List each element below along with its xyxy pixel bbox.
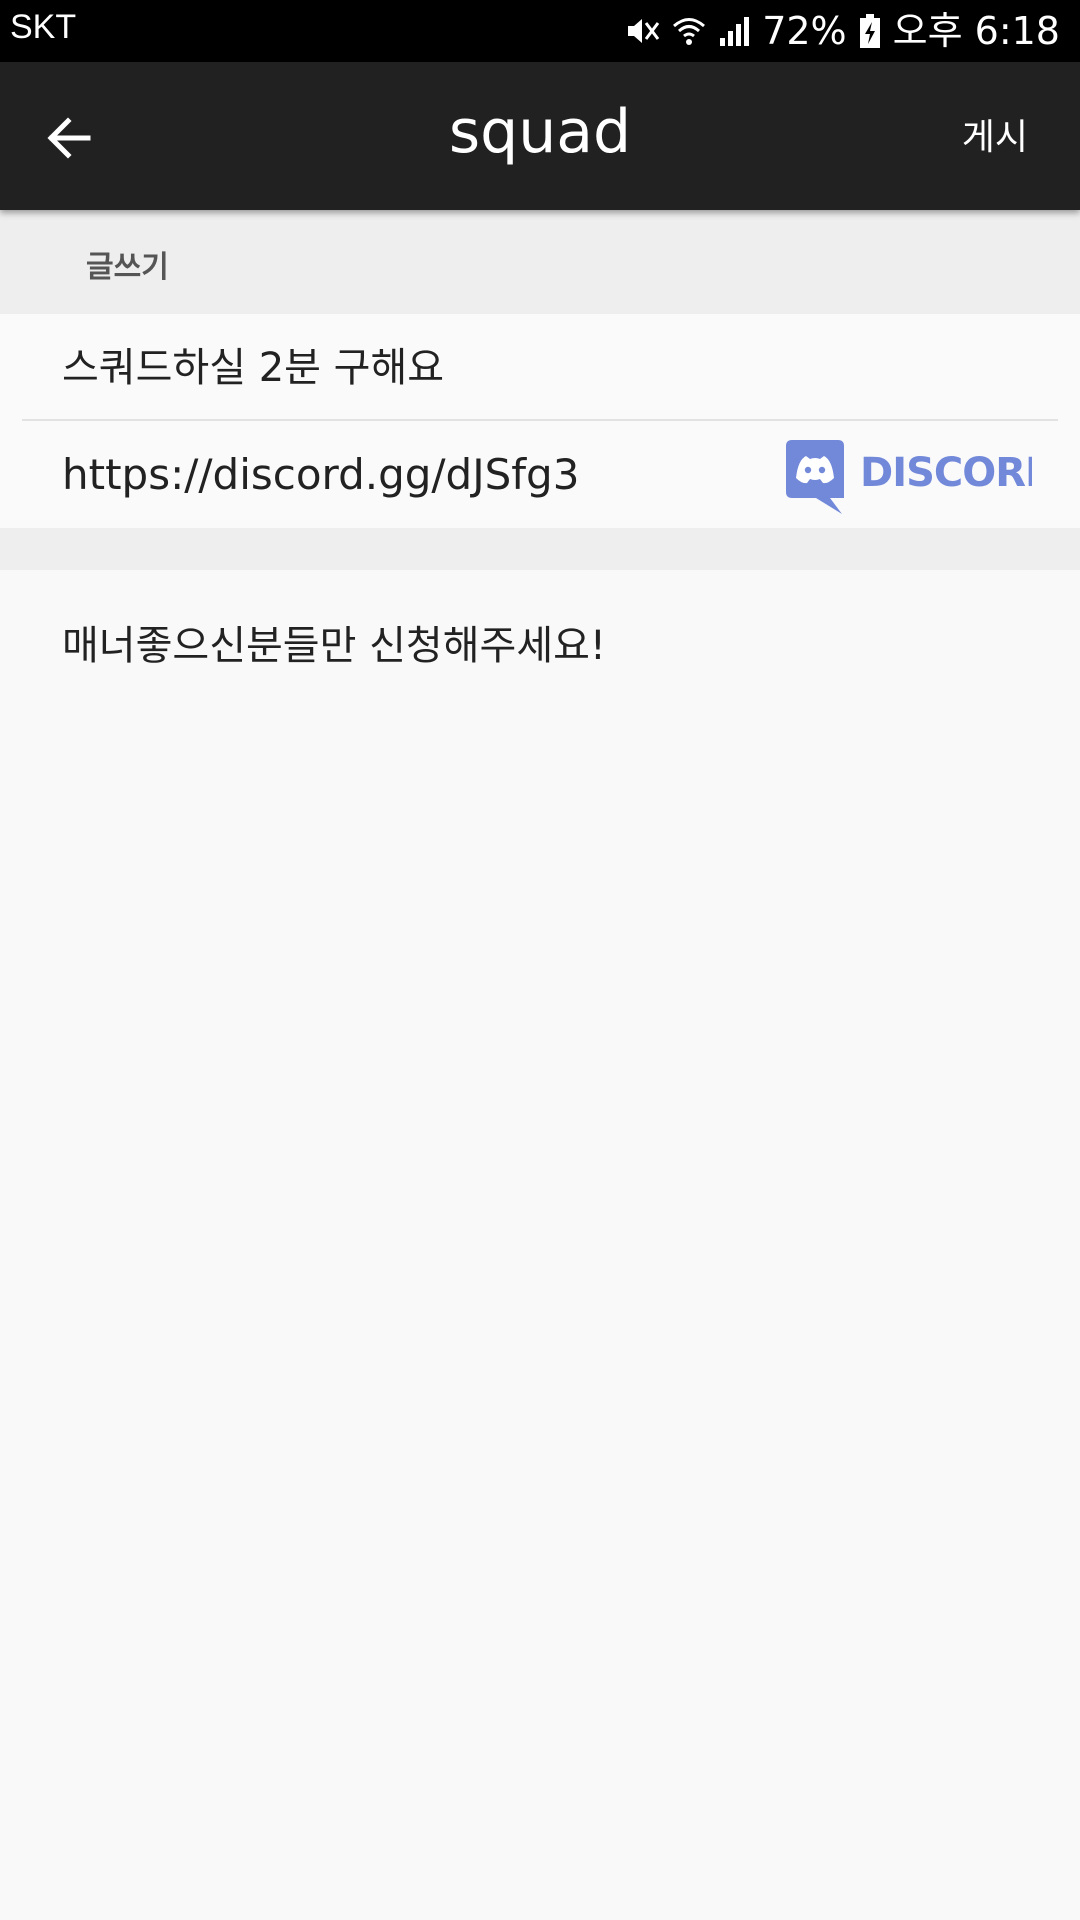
- title-field[interactable]: 스쿼드하실 2분 구해요: [62, 340, 1022, 396]
- status-indicators: 72% 오후 6:18: [624, 8, 1060, 54]
- back-button[interactable]: [40, 106, 104, 170]
- mute-icon: [624, 13, 660, 49]
- field-divider: [22, 419, 1058, 421]
- content-field[interactable]: 매너좋으신분들만 신청해주세요!: [62, 618, 1022, 674]
- status-bar: SKT 72% 오후 6:18: [0, 0, 1080, 62]
- discord-wordmark: DISCORD: [860, 450, 1032, 496]
- section-header-label: 글쓰기: [86, 250, 169, 285]
- section-divider: [0, 528, 1080, 570]
- section-header: 글쓰기: [0, 210, 1080, 314]
- content-area[interactable]: 매너좋으신분들만 신청해주세요!: [0, 570, 1080, 1920]
- clock: 오후 6:18: [892, 9, 1060, 53]
- wifi-icon: [672, 14, 706, 48]
- post-button[interactable]: 게시: [962, 114, 1028, 162]
- discord-link-field[interactable]: https://discord.gg/dJSfg3: [62, 446, 742, 504]
- carrier-label: SKT: [10, 8, 77, 46]
- form-fields: 스쿼드하실 2분 구해요 https://discord.gg/dJSfg3 D…: [0, 314, 1080, 528]
- battery-charging-icon: [859, 13, 881, 49]
- battery-percent: 72%: [762, 9, 847, 53]
- app-bar: squad 게시: [0, 62, 1080, 210]
- discord-logo: DISCORD: [782, 436, 1058, 516]
- arrow-left-icon: [47, 117, 91, 159]
- page-title: squad: [448, 97, 632, 167]
- signal-icon: [718, 14, 750, 48]
